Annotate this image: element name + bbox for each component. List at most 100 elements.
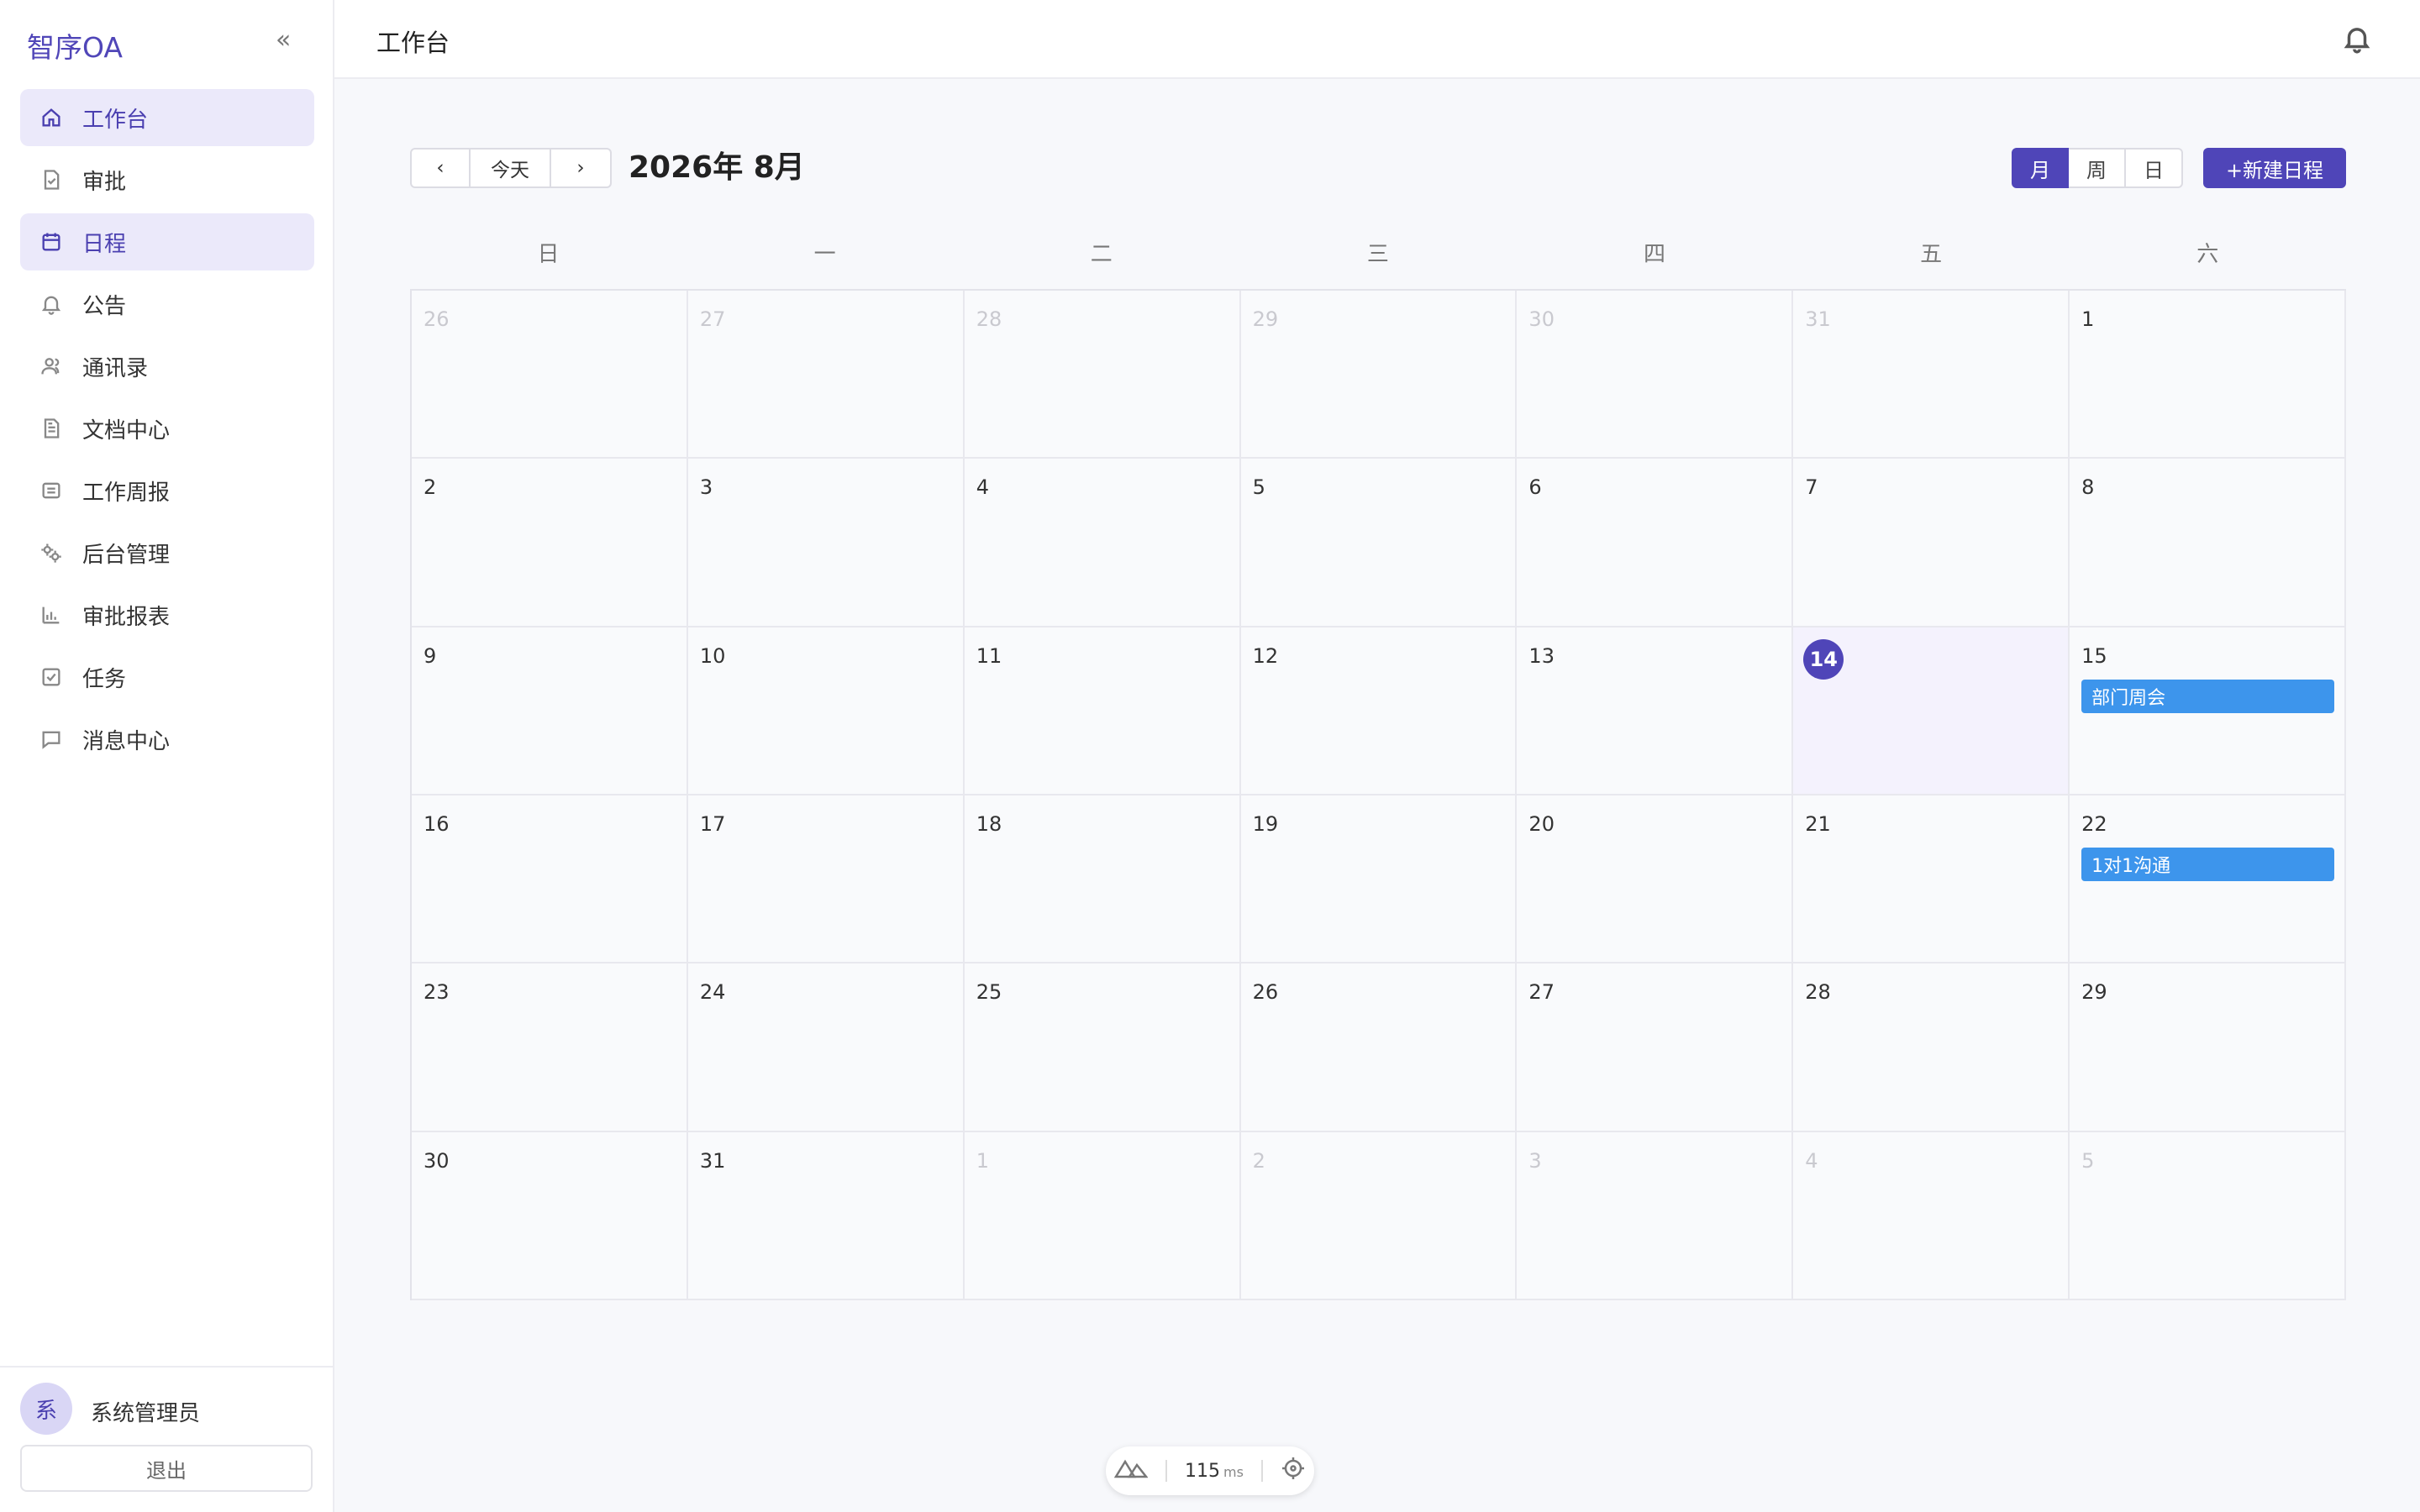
view-switcher: 月周日 (2012, 148, 2183, 188)
day-cell[interactable]: 15 部门周会 (2070, 627, 2346, 795)
day-cell[interactable]: 5 (2070, 1131, 2346, 1300)
sidebar-item-label: 审批 (82, 169, 127, 195)
day-number: 8 (2081, 475, 2095, 500)
brand-logo[interactable]: 智序OA (27, 25, 123, 66)
day-cell[interactable]: 25 (964, 963, 1241, 1132)
day-cell[interactable]: 3 (687, 459, 965, 627)
day-cell[interactable]: 26 (1240, 963, 1518, 1132)
day-cell[interactable]: 28 (964, 291, 1241, 459)
day-cell[interactable]: 8 (2070, 459, 2346, 627)
weekday-label: 日 (537, 242, 560, 267)
prev-month-button[interactable]: ‹ (410, 148, 471, 188)
sidebar-item-4[interactable]: 通讯录 (20, 338, 314, 395)
day-cell[interactable]: 9 (412, 627, 688, 795)
separator (1165, 1460, 1168, 1482)
day-number: 4 (1805, 1148, 1818, 1173)
event-chip[interactable]: 1对1沟通 (2081, 847, 2334, 881)
day-cell[interactable]: 16 (412, 795, 688, 964)
top-header: 工作台 (334, 0, 2420, 79)
day-cell[interactable]: 30 (1517, 291, 1794, 459)
document-icon (39, 416, 64, 441)
day-cell[interactable]: 18 (964, 795, 1241, 964)
day-cell[interactable]: 1 (2070, 291, 2346, 459)
home-icon (39, 105, 64, 130)
day-cell[interactable]: 27 (1517, 963, 1794, 1132)
day-number: 12 (1252, 643, 1279, 668)
sidebar-item-1[interactable]: 审批 (20, 151, 314, 208)
weekday-label: 一 (813, 242, 836, 267)
day-cell[interactable]: 29 (2070, 963, 2346, 1132)
day-cell[interactable]: 4 (1793, 1131, 2070, 1300)
sidebar-item-10[interactable]: 消息中心 (20, 711, 314, 768)
day-cell[interactable]: 31 (687, 1131, 965, 1300)
sidebar-item-8[interactable]: 审批报表 (20, 586, 314, 643)
day-number: 26 (1252, 980, 1279, 1005)
day-cell[interactable]: 29 (1240, 291, 1518, 459)
day-cell[interactable]: 11 (964, 627, 1241, 795)
day-number: 18 (976, 811, 1002, 836)
day-number: 24 (699, 980, 726, 1005)
day-cell[interactable]: 6 (1517, 459, 1794, 627)
sidebar-item-label: 任务 (82, 666, 127, 692)
day-cell[interactable]: 23 (412, 963, 688, 1132)
logout-button[interactable]: 退出 (20, 1445, 313, 1492)
sidebar-item-0[interactable]: 工作台 (20, 89, 314, 146)
day-cell[interactable]: 30 (412, 1131, 688, 1300)
avatar[interactable]: 系 (20, 1383, 72, 1435)
weekday-label: 二 (1090, 242, 1113, 267)
day-cell[interactable]: 20 (1517, 795, 1794, 964)
sidebar-item-label: 日程 (82, 231, 127, 257)
sidebar-item-5[interactable]: 文档中心 (20, 400, 314, 457)
day-cell[interactable]: 24 (687, 963, 965, 1132)
target-icon[interactable] (1281, 1456, 1306, 1486)
day-cell[interactable]: 21 (1793, 795, 2070, 964)
day-number: 31 (1805, 307, 1831, 331)
day-number: 23 (424, 980, 450, 1005)
collapse-sidebar-button[interactable]: « (276, 25, 291, 55)
sidebar-item-6[interactable]: 工作周报 (20, 462, 314, 519)
day-cell[interactable]: 31 (1793, 291, 2070, 459)
day-cell[interactable]: 3 (1517, 1131, 1794, 1300)
view-button-2[interactable]: 日 (2126, 148, 2183, 188)
day-number: 25 (976, 980, 1002, 1005)
day-number: 28 (1805, 980, 1831, 1005)
view-button-0[interactable]: 月 (2012, 148, 2069, 188)
day-cell[interactable]: 1 (964, 1131, 1241, 1300)
day-cell[interactable]: 17 (687, 795, 965, 964)
day-cell[interactable]: 2 (412, 459, 688, 627)
day-cell[interactable]: 4 (964, 459, 1241, 627)
sidebar-item-9[interactable]: 任务 (20, 648, 314, 706)
message-icon (39, 727, 64, 752)
new-event-button[interactable]: +新建日程 (2203, 148, 2346, 188)
day-cell[interactable]: 14 (1793, 627, 2070, 795)
day-cell[interactable]: 13 (1517, 627, 1794, 795)
day-cell[interactable]: 22 1对1沟通 (2070, 795, 2346, 964)
view-button-1[interactable]: 周 (2069, 148, 2126, 188)
day-number: 19 (1252, 811, 1279, 836)
notification-bell-icon[interactable] (2341, 22, 2373, 55)
day-cell[interactable]: 2 (1240, 1131, 1518, 1300)
day-cell[interactable]: 28 (1793, 963, 2070, 1132)
sidebar-item-label: 文档中心 (82, 417, 171, 444)
event-chip[interactable]: 部门周会 (2081, 679, 2334, 713)
day-number: 21 (1805, 811, 1831, 836)
nuxt-devtools-icon[interactable] (1114, 1457, 1149, 1485)
day-number: 20 (1528, 811, 1555, 836)
day-cell[interactable]: 12 (1240, 627, 1518, 795)
day-number: 13 (1528, 643, 1555, 668)
sidebar-item-3[interactable]: 公告 (20, 276, 314, 333)
day-cell[interactable]: 26 (412, 291, 688, 459)
day-cell[interactable]: 27 (687, 291, 965, 459)
day-cell[interactable]: 5 (1240, 459, 1518, 627)
day-cell[interactable]: 7 (1793, 459, 2070, 627)
sidebar-item-2[interactable]: 日程 (20, 213, 314, 270)
sidebar-item-label: 后台管理 (82, 542, 171, 568)
day-cell[interactable]: 10 (687, 627, 965, 795)
user-info: 系 系统管理员 (0, 1366, 334, 1455)
sidebar-item-7[interactable]: 后台管理 (20, 524, 314, 581)
today-button[interactable]: 今天 (471, 148, 551, 188)
day-number: 29 (2081, 980, 2107, 1005)
day-cell[interactable]: 19 (1240, 795, 1518, 964)
approval-doc-icon (39, 167, 64, 192)
next-month-button[interactable]: › (551, 148, 612, 188)
